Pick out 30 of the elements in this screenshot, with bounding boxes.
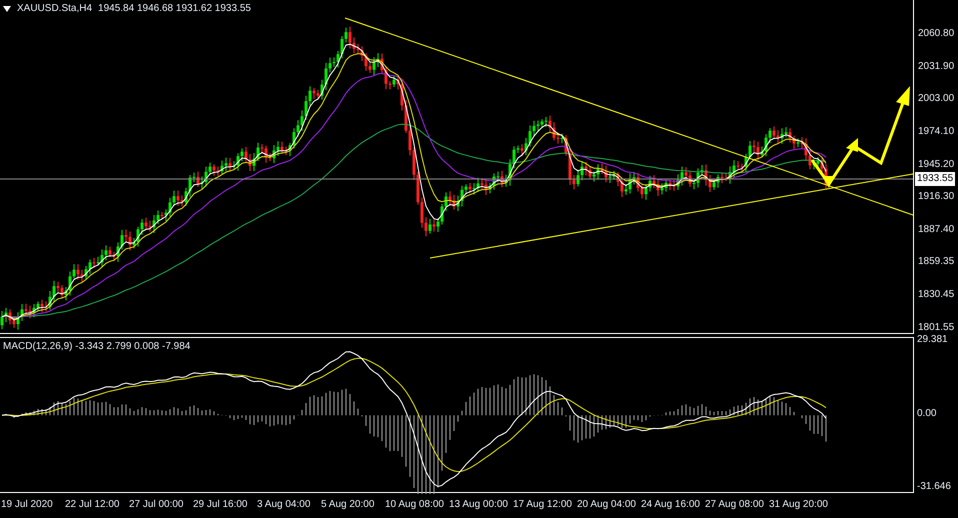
time-tick-label: 27 Jul 00:00: [129, 498, 184, 512]
macd-label: MACD(12,26,9) -3.343 2.799 0.008 -7.984: [3, 341, 190, 352]
price-tick-label: 1974.10: [917, 124, 956, 139]
time-tick-label: 29 Jul 16:00: [193, 498, 248, 512]
price-tick-label: 1801.55: [917, 320, 956, 335]
time-tick-label: 3 Aug 04:00: [257, 498, 312, 512]
time-tick-label: 10 Aug 08:00: [385, 498, 445, 512]
time-tick-label: 20 Aug 04:00: [577, 498, 637, 512]
time-tick-label: 24 Aug 16:00: [641, 498, 701, 512]
time-tick-label: 27 Aug 08:00: [705, 498, 765, 512]
price-tick-label: 1916.30: [917, 190, 956, 204]
price-tick-label: 2031.90: [917, 60, 956, 74]
time-tick-label: 5 Aug 20:00: [321, 498, 376, 512]
macd-tick-label: -31.646: [917, 481, 952, 493]
time-tick-label: 19 Jul 2020: [1, 498, 54, 512]
time-tick-label: 22 Jul 12:00: [65, 498, 120, 512]
price-tick-label: 1859.35: [917, 255, 956, 270]
price-tick-label: 2060.80: [917, 27, 956, 41]
ohlc-values: 1945.84 1946.68 1931.62 1933.55: [98, 3, 251, 14]
price-tick-label: 1830.45: [917, 288, 956, 302]
current-price-badge: 1933.55: [915, 172, 956, 186]
price-tick-label: 2003.00: [917, 92, 956, 106]
price-tick-label: 1945.20: [917, 158, 956, 172]
symbol-label: XAUUSD.Sta,H4: [17, 3, 92, 14]
time-tick-label: 13 Aug 00:00: [449, 498, 509, 512]
macd-tick-label: 0.00: [917, 408, 938, 420]
time-tick-label: 31 Aug 20:00: [769, 498, 829, 512]
macd-tick-label: 29.381: [917, 334, 949, 346]
price-tick-label: 1887.40: [917, 222, 956, 237]
time-tick-label: 17 Aug 12:00: [513, 498, 573, 512]
